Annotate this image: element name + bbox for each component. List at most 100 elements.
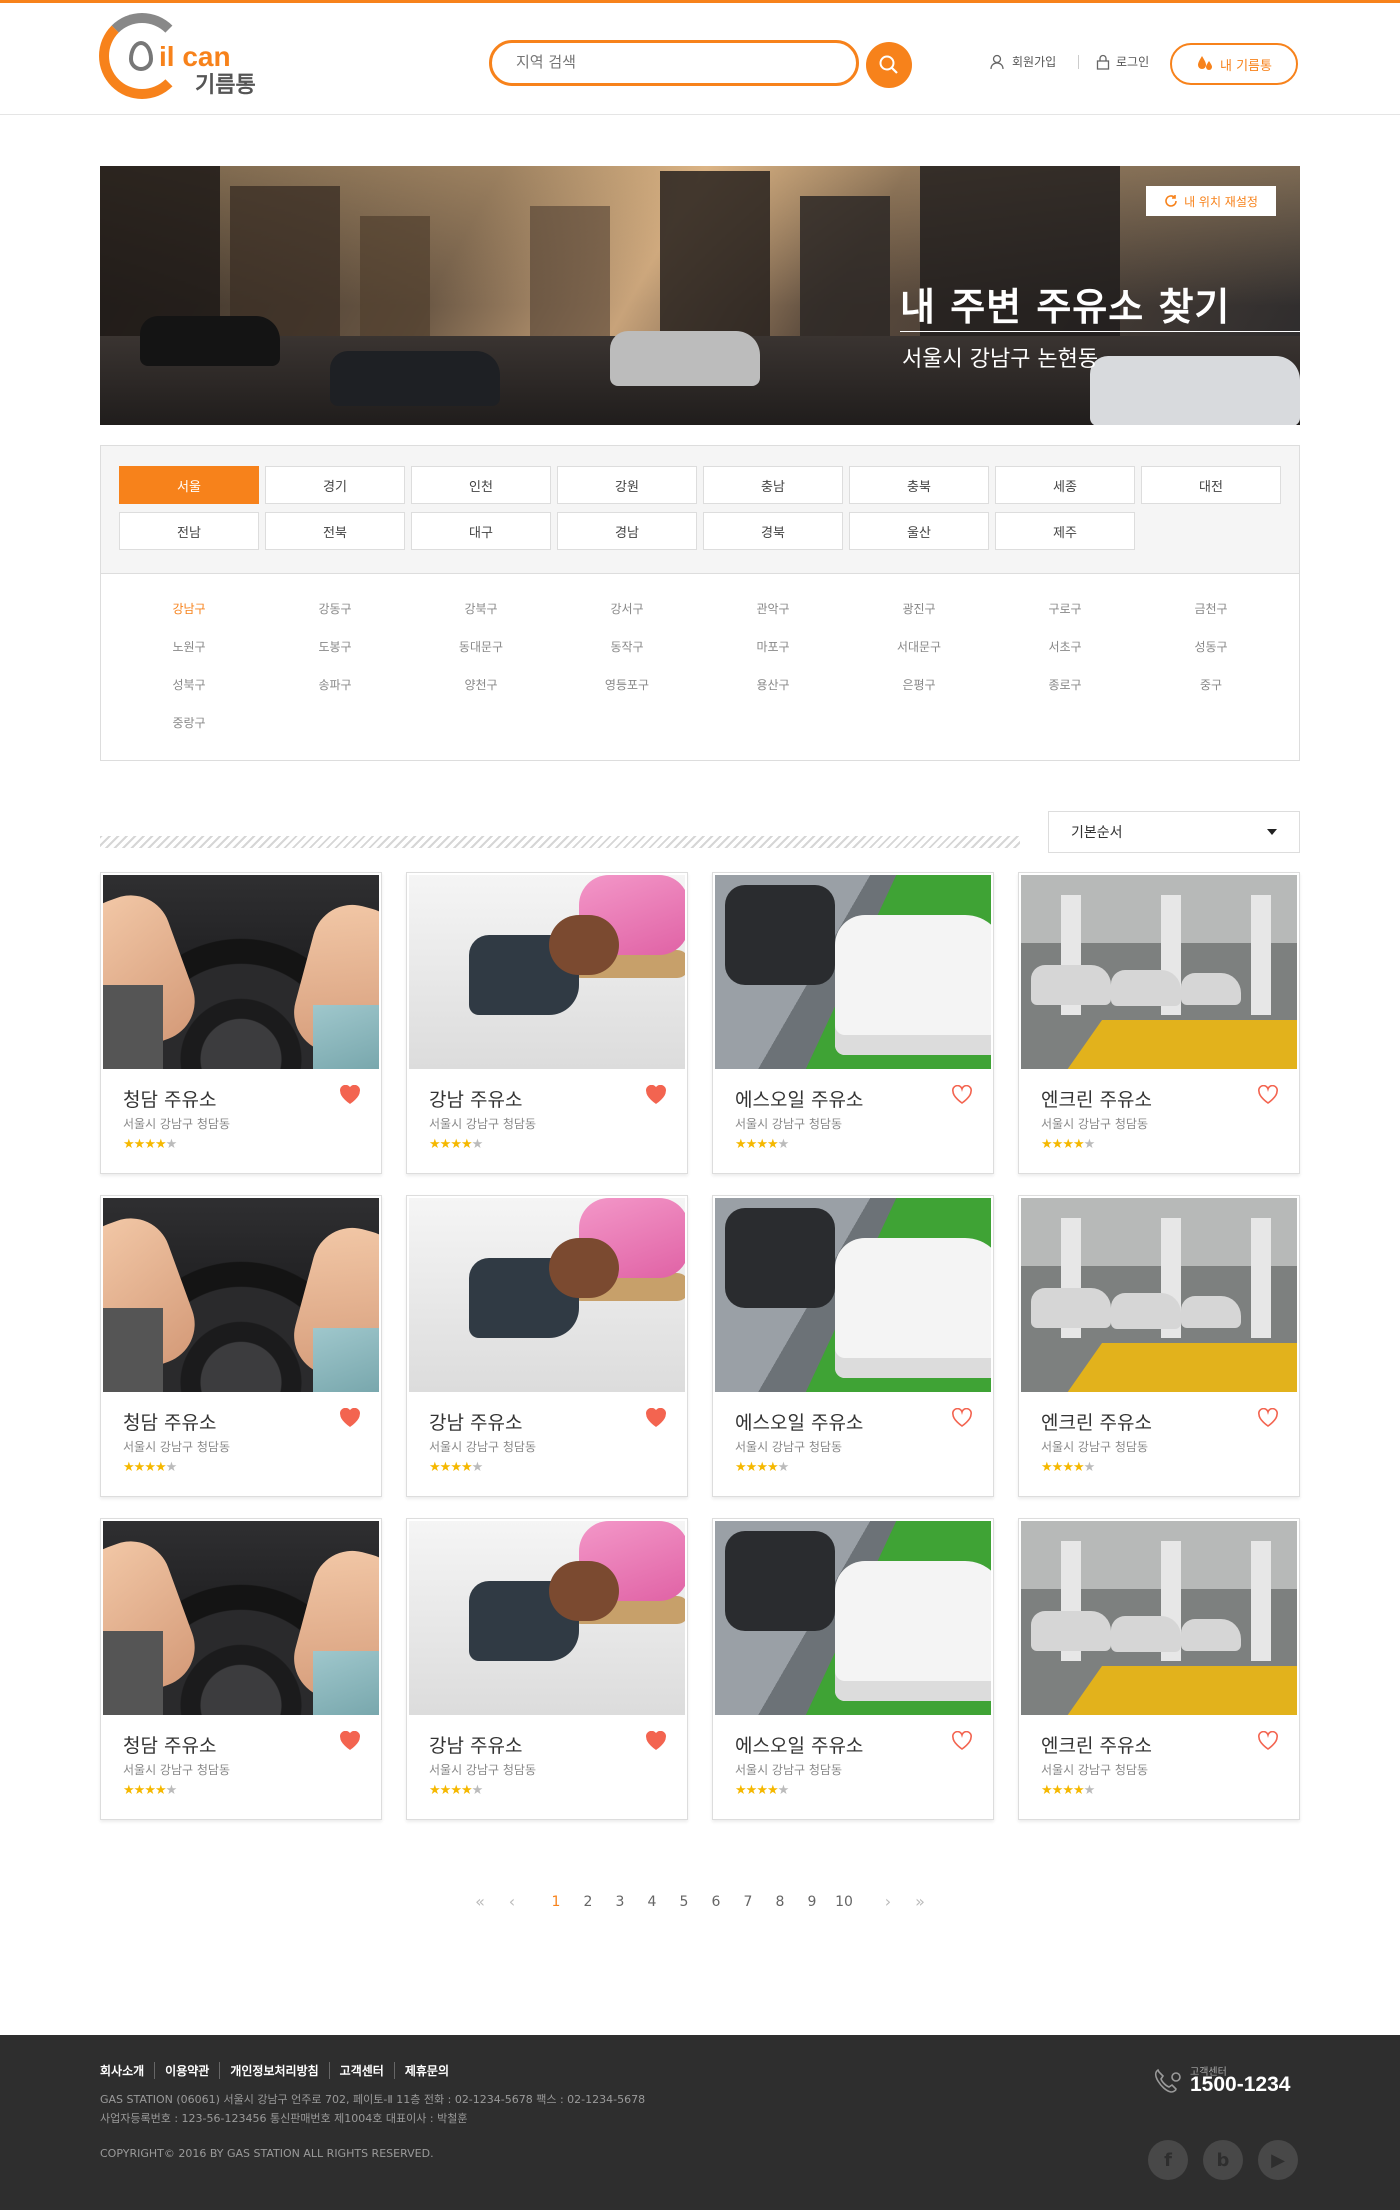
logo[interactable]: il can 기름통: [99, 13, 259, 108]
customer-center-number: 1500-1234: [1190, 2073, 1291, 2096]
last-page-button[interactable]: »: [904, 1892, 936, 1911]
region-button[interactable]: 경기: [265, 466, 405, 504]
footer-link[interactable]: 고객센터: [328, 2062, 394, 2079]
footer-link[interactable]: 개인정보처리방침: [219, 2062, 328, 2079]
station-card[interactable]: 엔크린 주유소 서울시 강남구 청담동 ★★★★★: [1018, 872, 1300, 1174]
sort-select[interactable]: 기본순서: [1048, 811, 1300, 853]
district-link[interactable]: 강남구: [116, 600, 262, 617]
district-link[interactable]: 구로구: [992, 600, 1138, 617]
district-link[interactable]: 은평구: [846, 676, 992, 693]
region-button[interactable]: 대구: [411, 512, 551, 550]
blog-icon[interactable]: b: [1203, 2140, 1243, 2180]
region-button[interactable]: 제주: [995, 512, 1135, 550]
district-link[interactable]: 동대문구: [408, 638, 554, 655]
region-button[interactable]: 세종: [995, 466, 1135, 504]
district-link[interactable]: 서대문구: [846, 638, 992, 655]
district-link[interactable]: 도봉구: [262, 638, 408, 655]
station-card[interactable]: 청담 주유소 서울시 강남구 청담동 ★★★★★: [100, 872, 382, 1174]
page-number[interactable]: 1: [540, 1894, 572, 1910]
next-page-button[interactable]: ›: [872, 1892, 904, 1911]
youtube-icon[interactable]: ▶: [1258, 2140, 1298, 2180]
login-link[interactable]: 로그인: [1096, 53, 1149, 70]
page-number[interactable]: 9: [796, 1894, 828, 1910]
footer-link[interactable]: 제휴문의: [393, 2062, 459, 2079]
heart-icon[interactable]: [339, 1085, 361, 1105]
heart-icon[interactable]: [1257, 1731, 1279, 1751]
page-number[interactable]: 4: [636, 1894, 668, 1910]
footer-link[interactable]: 회사소개: [100, 2062, 154, 2079]
station-card[interactable]: 강남 주유소 서울시 강남구 청담동 ★★★★★: [406, 1518, 688, 1820]
station-card[interactable]: 청담 주유소 서울시 강남구 청담동 ★★★★★: [100, 1518, 382, 1820]
district-link[interactable]: 동작구: [554, 638, 700, 655]
district-link[interactable]: 종로구: [992, 676, 1138, 693]
station-card[interactable]: 강남 주유소 서울시 강남구 청담동 ★★★★★: [406, 872, 688, 1174]
heart-icon[interactable]: [951, 1085, 973, 1105]
district-link[interactable]: 강동구: [262, 600, 408, 617]
region-button[interactable]: 충남: [703, 466, 843, 504]
region-button[interactable]: 서울: [119, 466, 259, 504]
district-link[interactable]: 광진구: [846, 600, 992, 617]
signup-link[interactable]: 회원가입: [990, 53, 1056, 70]
page-number[interactable]: 5: [668, 1894, 700, 1910]
page-number[interactable]: 10: [828, 1894, 860, 1910]
station-card[interactable]: 에스오일 주유소 서울시 강남구 청담동 ★★★★★: [712, 1518, 994, 1820]
prev-page-button[interactable]: ‹: [496, 1892, 528, 1911]
district-link[interactable]: 중구: [1138, 676, 1284, 693]
reset-location-button[interactable]: 내 위치 재설정: [1146, 186, 1276, 216]
district-link[interactable]: 영등포구: [554, 676, 700, 693]
page-number[interactable]: 6: [700, 1894, 732, 1910]
heart-icon[interactable]: [1257, 1085, 1279, 1105]
facebook-icon[interactable]: f: [1148, 2140, 1188, 2180]
district-link[interactable]: 중랑구: [116, 714, 262, 731]
car: [610, 331, 760, 386]
heart-icon[interactable]: [645, 1408, 667, 1428]
region-button[interactable]: 인천: [411, 466, 551, 504]
search-button[interactable]: [866, 42, 912, 88]
station-name: 청담 주유소: [123, 1412, 217, 1434]
first-page-button[interactable]: «: [464, 1892, 496, 1911]
district-link[interactable]: 마포구: [700, 638, 846, 655]
region-button[interactable]: 강원: [557, 466, 697, 504]
station-card[interactable]: 청담 주유소 서울시 강남구 청담동 ★★★★★: [100, 1195, 382, 1497]
region-button[interactable]: 충북: [849, 466, 989, 504]
station-card[interactable]: 엔크린 주유소 서울시 강남구 청담동 ★★★★★: [1018, 1195, 1300, 1497]
rating-stars: ★★★★★: [123, 1460, 177, 1475]
district-link[interactable]: 서초구: [992, 638, 1138, 655]
district-link[interactable]: 양천구: [408, 676, 554, 693]
district-link[interactable]: 송파구: [262, 676, 408, 693]
district-link[interactable]: 강서구: [554, 600, 700, 617]
page-number[interactable]: 2: [572, 1894, 604, 1910]
district-link[interactable]: 관악구: [700, 600, 846, 617]
station-photo: [715, 1198, 991, 1392]
my-fuel-button[interactable]: 내 기름통: [1170, 43, 1298, 85]
region-button[interactable]: 대전: [1141, 466, 1281, 504]
heart-icon[interactable]: [951, 1408, 973, 1428]
station-card[interactable]: 엔크린 주유소 서울시 강남구 청담동 ★★★★★: [1018, 1518, 1300, 1820]
page-number[interactable]: 3: [604, 1894, 636, 1910]
station-card[interactable]: 강남 주유소 서울시 강남구 청담동 ★★★★★: [406, 1195, 688, 1497]
station-card[interactable]: 에스오일 주유소 서울시 강남구 청담동 ★★★★★: [712, 1195, 994, 1497]
region-button[interactable]: 경북: [703, 512, 843, 550]
region-button[interactable]: 전북: [265, 512, 405, 550]
page-number[interactable]: 7: [732, 1894, 764, 1910]
station-photo: [409, 1198, 685, 1392]
heart-icon[interactable]: [339, 1731, 361, 1751]
heart-icon[interactable]: [951, 1731, 973, 1751]
district-link[interactable]: 성북구: [116, 676, 262, 693]
district-link[interactable]: 성동구: [1138, 638, 1284, 655]
footer-link[interactable]: 이용약관: [154, 2062, 219, 2079]
heart-icon[interactable]: [645, 1731, 667, 1751]
district-link[interactable]: 용산구: [700, 676, 846, 693]
district-link[interactable]: 노원구: [116, 638, 262, 655]
district-link[interactable]: 강북구: [408, 600, 554, 617]
region-button[interactable]: 전남: [119, 512, 259, 550]
region-button[interactable]: 울산: [849, 512, 989, 550]
district-link[interactable]: 금천구: [1138, 600, 1284, 617]
page-number[interactable]: 8: [764, 1894, 796, 1910]
station-card[interactable]: 에스오일 주유소 서울시 강남구 청담동 ★★★★★: [712, 872, 994, 1174]
heart-icon[interactable]: [339, 1408, 361, 1428]
region-button[interactable]: 경남: [557, 512, 697, 550]
heart-icon[interactable]: [645, 1085, 667, 1105]
heart-icon[interactable]: [1257, 1408, 1279, 1428]
search-input[interactable]: [516, 53, 836, 71]
